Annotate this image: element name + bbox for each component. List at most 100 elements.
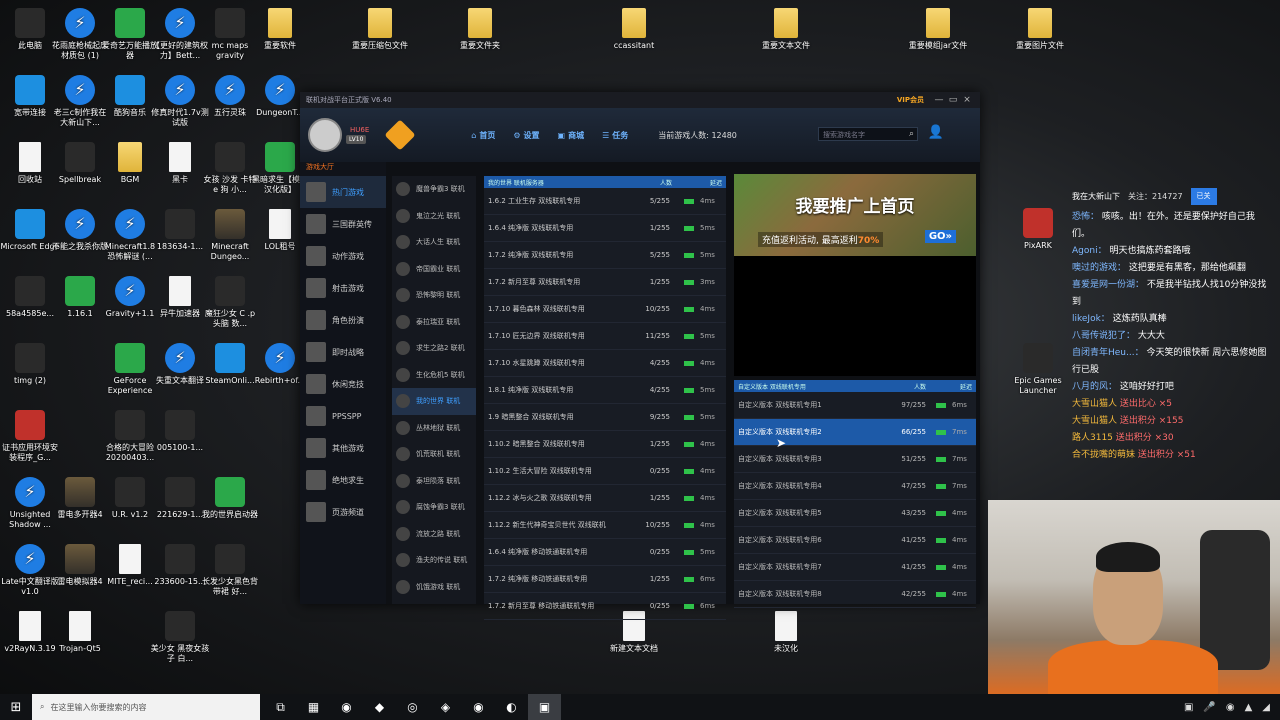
server-row[interactable]: 1.9 暗黑整合 双线联机专用 9/255 5ms [484,404,726,431]
room-row[interactable]: 自定义版本 双线联机专用1 97/255 6ms [734,392,976,419]
tray-icon[interactable]: ◉ [1226,702,1235,713]
category-item[interactable]: 热门游戏 [300,176,386,208]
taskbar-app-icon[interactable]: ◉ [330,694,363,720]
server-row[interactable]: 1.12.2 新生代神奇宝贝世代 双线联机 10/255 4ms [484,512,726,539]
nav-tasks[interactable]: ☰ 任务 [602,130,628,141]
server-row[interactable]: 1.6.4 纯净版 移动铁通联机专用 0/255 5ms [484,539,726,566]
server-row[interactable]: 1.7.10 暮色森林 双线联机专用 10/255 4ms [484,296,726,323]
tray-icon[interactable]: ▲ [1245,702,1253,713]
subcategory-item[interactable]: 饥荒联机 联机 [392,441,476,468]
server-row[interactable]: 1.7.2 新月至尊 双线联机专用 1/255 3ms [484,269,726,296]
subcategory-item[interactable]: 大话人生 联机 [392,229,476,256]
subcategory-item[interactable]: 恐怖黎明 联机 [392,282,476,309]
desktop-icon[interactable]: 重要图片文件 [1010,8,1070,51]
category-item[interactable]: 休闲竞技 [300,368,386,400]
avatar[interactable] [308,118,342,152]
room-row[interactable]: 自定义版本 双线联机专用8 42/255 4ms [734,581,976,608]
taskbar-app-icon[interactable]: ◎ [396,694,429,720]
follow-button[interactable]: 已关 [1190,188,1217,205]
promo-banner[interactable]: 我要推广上首页 充值返利活动, 最高返利70% GO» [734,174,976,256]
desktop-icon[interactable]: 重要模组jar文件 [908,8,968,51]
vip-link[interactable]: VIP会员 [897,95,924,105]
subcategory-item[interactable]: 腐蚀争霸3 联机 [392,494,476,521]
desktop-icon[interactable]: 我的世界启动器 [200,477,260,520]
room-row[interactable]: 自定义版本 双线联机专用5 43/255 4ms [734,500,976,527]
category-item[interactable]: PPSSPP [300,400,386,432]
taskbar-search-input[interactable]: ⌕ 在这里输入你要搜索的内容 [32,694,260,720]
category-item[interactable]: 页游频道 [300,496,386,528]
tray-icon[interactable]: 🎤 [1203,702,1215,713]
subcategory-item[interactable]: 生化危机5 联机 [392,362,476,389]
search-icon[interactable]: ⌕ [909,129,914,139]
room-row[interactable]: 自定义版本 双线联机专用3 51/255 7ms [734,446,976,473]
room-row[interactable]: 自定义版本 双线联机专用6 41/255 4ms [734,527,976,554]
desktop-icon[interactable]: 魔狂少女 C .p 头脑 数... [200,276,260,329]
taskbar-app-icon[interactable]: ▣ [528,694,561,720]
server-row[interactable]: 1.8.1 纯净版 双线联机专用 4/255 5ms [484,377,726,404]
server-row[interactable]: 1.7.10 匠无边界 双线联机专用 11/255 5ms [484,323,726,350]
desktop-icon[interactable]: ccassitant [604,8,664,51]
windows-start-icon[interactable]: ⊞ [0,700,32,715]
nav-shop[interactable]: ▣ 商城 [558,130,585,141]
category-item[interactable]: 三国群英传 [300,208,386,240]
taskbar-app-icon[interactable]: ⧉ [264,694,297,720]
taskbar-app-icon[interactable]: ◈ [429,694,462,720]
category-item[interactable]: 动作游戏 [300,240,386,272]
desktop-icon[interactable]: 未汉化 [756,611,816,654]
subcategory-item[interactable]: 丛林地狱 联机 [392,415,476,442]
subcategory-item[interactable]: 泰坦陨落 联机 [392,468,476,495]
taskbar-app-icon[interactable]: ◆ [363,694,396,720]
desktop-icon[interactable]: 005100-1... [150,410,210,453]
close-button[interactable]: ⨯ [960,95,974,105]
server-row[interactable]: 1.6.4 纯净版 双线联机专用 1/255 5ms [484,215,726,242]
category-item[interactable]: 绝地求生 [300,464,386,496]
desktop-icon[interactable]: 重要文本文件 [756,8,816,51]
server-row[interactable]: 1.6.2 工业生存 双线联机专用 5/255 4ms [484,188,726,215]
category-item[interactable]: 即时战略 [300,336,386,368]
desktop-icon[interactable]: 美少女 黑夜女孩子 白... [150,611,210,664]
desktop-icon[interactable]: 长发少女黑色背带裙 好... [200,544,260,597]
tray-icon[interactable]: ◢ [1262,702,1270,713]
subcategory-item[interactable]: 渔夫的传说 联机 [392,547,476,574]
room-row[interactable]: 自定义版本 双线联机专用4 47/255 7ms [734,473,976,500]
minimize-button[interactable]: — [932,95,946,105]
category-item[interactable]: 射击游戏 [300,272,386,304]
server-row[interactable]: 1.7.2 新月至尊 移动铁通联机专用 0/255 6ms [484,593,726,620]
subcategory-item[interactable]: 流放之路 联机 [392,521,476,548]
game-search-input[interactable]: 搜索游戏名字 [818,127,918,141]
subcategory-item[interactable]: 帝国霸业 联机 [392,256,476,283]
server-row[interactable]: 1.7.2 纯净版 双线联机专用 5/255 5ms [484,242,726,269]
window-titlebar[interactable]: 联机对战平台正式版 V6.40 VIP会员 — ▭ ⨯ [300,92,980,108]
server-row[interactable]: 1.12.2 冰与火之歌 双线联机专用 1/255 4ms [484,485,726,512]
server-row[interactable]: 1.7.2 纯净版 移动铁通联机专用 1/255 6ms [484,566,726,593]
server-row[interactable]: 1.7.10 水星跳蹲 双线联机专用 4/255 4ms [484,350,726,377]
server-row[interactable]: 1.10.2 暗黑整合 双线联机专用 1/255 4ms [484,431,726,458]
category-item[interactable]: 其他游戏 [300,432,386,464]
maximize-button[interactable]: ▭ [946,95,960,105]
subcategory-item[interactable]: 泰拉瑞亚 联机 [392,309,476,336]
subcategory-item[interactable]: 魔兽争霸3 联机 [392,176,476,203]
lobby-tab[interactable]: 游戏大厅 [306,162,334,172]
server-row[interactable]: 1.10.2 生活大冒险 双线联机专用 0/255 4ms [484,458,726,485]
subcategory-item[interactable]: 鬼泣之光 联机 [392,203,476,230]
nav-settings[interactable]: ⚙ 设置 [513,130,539,141]
room-row[interactable]: 自定义版本 双线联机专用2 66/255 7ms [734,419,976,446]
tray-icon[interactable]: ▣ [1184,702,1193,713]
desktop-icon[interactable]: 重要软件 [250,8,310,51]
taskbar-app-icon[interactable]: ◐ [495,694,528,720]
taskbar-app-icon[interactable]: ◉ [462,694,495,720]
user-icon[interactable]: 👤 [928,125,944,140]
category-item[interactable]: 角色扮演 [300,304,386,336]
desktop-icon[interactable]: 重要压缩包文件 [350,8,410,51]
desktop-icon[interactable]: timg (2) [0,343,60,386]
desktop-icon[interactable]: Epic Games Launcher [1008,343,1068,396]
room-row[interactable]: 自定义版本 双线联机专用7 41/255 4ms [734,554,976,581]
nav-home[interactable]: ⌂ 首页 [471,130,495,141]
desktop-icon[interactable]: PixARK [1008,208,1068,251]
subcategory-item[interactable]: 我的世界 联机 [392,388,476,415]
subcategory-item[interactable]: 饥饿游戏 联机 [392,574,476,601]
promo-go-button[interactable]: GO» [924,230,956,243]
subcategory-item[interactable]: 求生之路2 联机 [392,335,476,362]
taskbar-app-icon[interactable]: ▦ [297,694,330,720]
desktop-icon[interactable]: 证书应用环境安装程序_G... [0,410,60,463]
